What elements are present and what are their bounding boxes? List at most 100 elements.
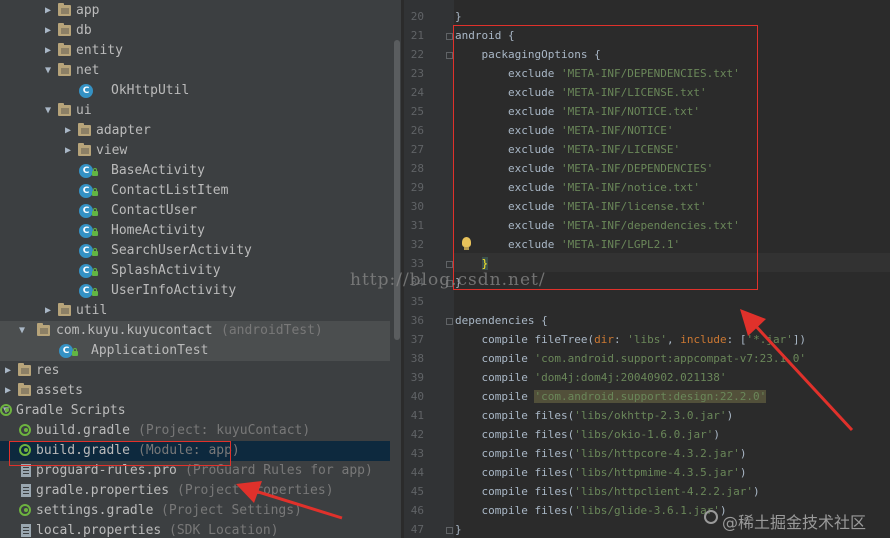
tree-item-net[interactable]: ▼ net — [0, 61, 390, 81]
tree-item-view[interactable]: ▶ view — [0, 141, 390, 161]
tree-item-gradle-properties[interactable]: gradle.properties (Project Properties) — [0, 481, 390, 501]
line-number: 26 — [410, 124, 424, 137]
code-line[interactable]: compile files('libs/glide-3.6.1.jar') — [455, 504, 726, 518]
chevron-down-icon[interactable]: ▼ — [42, 63, 54, 79]
code-line[interactable]: compile files('libs/httpclient-4.2.2.jar… — [455, 485, 760, 499]
line-number: 27 — [410, 143, 424, 156]
code-token: : [ — [726, 333, 747, 346]
tree-item-searchuseractivity[interactable]: C SearchUserActivity — [0, 241, 390, 261]
code-line[interactable]: compile files('libs/httpcore-4.3.2.jar') — [455, 447, 746, 461]
folder-icon — [58, 3, 71, 16]
code-token: dependencies { — [455, 314, 548, 327]
line-number: 35 — [410, 295, 424, 308]
tree-item-label: res — [36, 363, 60, 378]
code-token: ) — [726, 409, 734, 422]
code-token: dir — [594, 333, 614, 346]
tree-item-entity[interactable]: ▶ entity — [0, 41, 390, 61]
string-literal: 'libs/httpclient-4.2.2.jar' — [574, 485, 754, 498]
class-icon: C — [79, 164, 93, 178]
chevron-right-icon[interactable]: ▶ — [42, 43, 54, 59]
code-line[interactable]: compile 'com.android.support:design:22.2… — [455, 390, 767, 404]
tree-item-contactlistitem[interactable]: C ContactListItem — [0, 181, 390, 201]
code-token: files — [534, 504, 568, 517]
lock-icon — [92, 168, 98, 176]
tree-item-contactuser[interactable]: C ContactUser — [0, 201, 390, 221]
tree-item-adapter[interactable]: ▶ adapter — [0, 121, 390, 141]
brand-text: @稀土掘金技术社区 — [722, 513, 867, 532]
code-token: compile — [455, 371, 535, 384]
line-number: 42 — [410, 428, 424, 441]
code-token: , — [666, 333, 681, 346]
tree-item-util[interactable]: ▶ util — [0, 301, 390, 321]
tree-item-splashactivity[interactable]: C SplashActivity — [0, 261, 390, 281]
tree-item-label: ui — [76, 103, 92, 118]
class-icon: C — [79, 284, 93, 298]
tree-item-label: com.kuyu.kuyucontact — [56, 323, 213, 338]
tree-item-gradle-scripts[interactable]: ▼ Gradle Scripts — [0, 401, 390, 421]
chevron-right-icon[interactable]: ▶ — [42, 3, 54, 19]
fold-marker-icon[interactable] — [446, 318, 453, 325]
chevron-down-icon[interactable]: ▼ — [42, 103, 54, 119]
tree-item-homeactivity[interactable]: C HomeActivity — [0, 221, 390, 241]
string-literal: 'libs/okhttp-2.3.0.jar' — [574, 409, 727, 422]
tree-item-label: app — [76, 3, 100, 18]
code-line[interactable]: dependencies { — [455, 314, 548, 328]
brand-watermark: @稀土掘金技术社区 — [704, 509, 867, 533]
tree-item-build-gradle[interactable]: build.gradle (Project: kuyuContact) — [0, 421, 390, 441]
folder-icon — [58, 303, 71, 316]
code-token: } — [455, 10, 462, 23]
fold-marker-icon[interactable] — [446, 33, 453, 40]
tree-item-db[interactable]: ▶ db — [0, 21, 390, 41]
tree-item-assets[interactable]: ▶ assets — [0, 381, 390, 401]
tree-item-label: local.properties — [36, 523, 162, 538]
code-token: ) — [753, 485, 760, 498]
fold-marker-icon[interactable] — [446, 52, 453, 59]
chevron-right-icon[interactable]: ▶ — [2, 363, 14, 379]
chevron-right-icon[interactable]: ▶ — [42, 303, 54, 319]
chevron-right-icon[interactable]: ▶ — [42, 23, 54, 39]
line-number: 23 — [410, 67, 424, 80]
line-number: 41 — [410, 409, 424, 422]
code-line[interactable]: compile files('libs/httpmime-4.3.5.jar') — [455, 466, 746, 480]
code-line[interactable]: compile files('libs/okio-1.6.0.jar') — [455, 428, 719, 442]
folder-icon — [58, 63, 71, 76]
fold-marker-icon[interactable] — [446, 527, 453, 534]
tree-item-baseactivity[interactable]: C BaseActivity — [0, 161, 390, 181]
line-number: 37 — [410, 333, 424, 346]
tree-item-hint: (SDK Location) — [169, 523, 279, 538]
tree-item-ui[interactable]: ▼ ui — [0, 101, 390, 121]
chevron-right-icon[interactable]: ▶ — [2, 383, 14, 399]
tree-item-applicationtest[interactable]: C ApplicationTest — [0, 341, 390, 361]
tree-item-res[interactable]: ▶ res — [0, 361, 390, 381]
chevron-right-icon[interactable]: ▶ — [62, 143, 74, 159]
tree-item-hint: (androidTest) — [221, 323, 323, 338]
lock-icon — [92, 228, 98, 236]
code-line[interactable]: } — [455, 10, 462, 24]
code-line[interactable]: compile files('libs/okhttp-2.3.0.jar') — [455, 409, 733, 423]
line-number: 46 — [410, 504, 424, 517]
code-line[interactable]: } — [455, 523, 462, 537]
code-line[interactable]: compile fileTree(dir: 'libs', include: [… — [455, 333, 806, 347]
code-line[interactable]: compile 'com.android.support:appcompat-v… — [455, 352, 806, 366]
tree-item-label: util — [76, 303, 108, 318]
line-number: 40 — [410, 390, 424, 403]
chevron-right-icon[interactable]: ▶ — [62, 123, 74, 139]
tree-item-com-kuyu-kuyucontact[interactable]: ▼ com.kuyu.kuyucontact (androidTest) — [0, 321, 390, 341]
code-token: files — [534, 428, 568, 441]
chevron-down-icon[interactable]: ▼ — [16, 323, 28, 339]
code-token: compile — [455, 485, 535, 498]
tree-item-userinfoactivity[interactable]: C UserInfoActivity — [0, 281, 390, 301]
tree-item-okhttputil[interactable]: C OkHttpUtil — [0, 81, 390, 101]
folder-icon — [78, 123, 91, 136]
tree-item-app[interactable]: ▶ app — [0, 1, 390, 21]
code-line[interactable]: compile 'dom4j:dom4j:20040902.021138' — [455, 371, 726, 385]
gradle-icon — [0, 404, 12, 416]
tree-scrollbar-thumb[interactable] — [394, 40, 400, 340]
tree-item-local-properties[interactable]: local.properties (SDK Location) — [0, 521, 390, 538]
tree-item-settings-gradle[interactable]: settings.gradle (Project Settings) — [0, 501, 390, 521]
code-token: ]) — [792, 333, 807, 346]
fold-marker-icon[interactable] — [446, 261, 453, 268]
gradle-icon — [19, 424, 31, 436]
lock-icon — [92, 288, 98, 296]
tree-item-label: ContactUser — [111, 203, 198, 218]
